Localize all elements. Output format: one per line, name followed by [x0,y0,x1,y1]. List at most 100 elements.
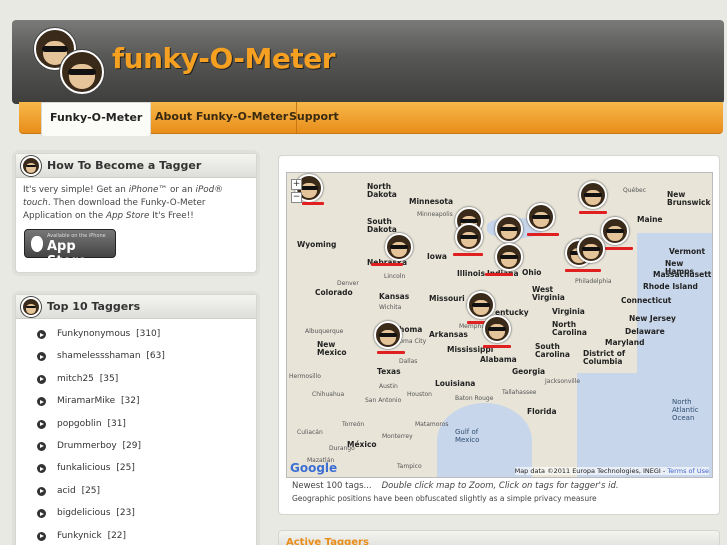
map-label: South Dakota [367,217,397,234]
map-label: Austin [379,383,398,390]
list-item[interactable]: bigdelicious [23] [22,507,252,529]
list-item[interactable]: acid [25] [22,485,252,507]
privacy-note: Geographic positions have been obfuscate… [292,494,597,503]
top-taggers-title: Top 10 Taggers [47,300,141,313]
zoom-control: + − [291,179,302,203]
tagger-pin[interactable] [527,203,555,231]
map-label: Lincoln [384,273,406,280]
pin-bar [527,233,559,236]
map-label: New Jersey [629,314,676,323]
tab-support[interactable]: Support [281,102,347,134]
tagger-name[interactable]: funkalicious [57,463,111,473]
tagger-name[interactable]: Funkynonymous [57,329,130,339]
map-label: Arkansas [429,330,468,339]
zoom-out-button[interactable]: − [291,192,302,203]
map-label: San Antonio [365,397,402,404]
pin-bar [579,211,607,214]
tag-count: [310] [136,329,161,339]
map-label: District of Columbia [583,349,626,366]
map-label: Québec [623,187,647,194]
map-label: Missouri [429,294,465,303]
map-label: Maine [637,215,663,224]
site-logo-text[interactable]: funky-O-Meter [112,42,336,75]
app-store-badge[interactable]: Available on the iPhone App Store [24,229,116,269]
badge-big-text: App Store [47,239,87,269]
list-item[interactable]: MiramarMike [32] [22,395,252,417]
terms-of-use-link[interactable]: Terms of Use [667,467,709,475]
tagger-pin[interactable] [455,223,483,251]
tagger-pin[interactable] [579,181,607,209]
tagger-name[interactable]: mitch25 [57,374,94,384]
tagger-pin[interactable] [495,215,523,243]
map-label: Durango [329,445,355,452]
tagger-instructions: It's very simple! Get an iPhone™ or an i… [16,178,256,229]
map-label: Denver [337,280,359,287]
list-item[interactable]: Drummerboy [29] [22,440,252,462]
tagger-name[interactable]: acid [57,486,76,496]
map-copyright: Map data ©2011 Europa Technologies, INEG… [514,467,709,475]
active-taggers-title: Active Taggers [286,537,369,545]
list-item[interactable]: mitch25 [35] [22,373,252,395]
map-label: South Carolina [535,342,570,359]
map-label: Chihuahua [312,391,345,398]
iphone-text: iPhone™ [128,185,168,195]
map-label: Maryland [605,338,645,347]
arrow-bullet-icon [37,419,46,429]
list-item[interactable]: popgoblin [31] [22,418,252,440]
pin-bar [377,351,405,354]
map-label: Albuquerque [305,328,344,335]
tag-count: [63] [146,351,165,362]
tagger-name[interactable]: popgoblin [57,419,102,429]
tagger-pin[interactable] [385,233,413,261]
tagger-name[interactable]: MiramarMike [57,396,115,406]
list-item[interactable]: shamelessshaman [63] [22,350,252,372]
arrow-bullet-icon [37,441,46,451]
google-logo[interactable]: Google [290,461,337,475]
tag-count: [32] [121,396,140,407]
logo-face-icon [60,50,104,94]
tagger-name[interactable]: Funkynick [57,531,102,541]
tagger-pin[interactable] [495,243,523,271]
map-label: Dallas [399,358,418,365]
list-item[interactable]: Funkynick [22] [22,530,252,545]
map-label: Matamoros [415,421,449,428]
arrow-bullet-icon [37,531,46,541]
list-item[interactable]: funkalicious [25] [22,462,252,484]
map-label: Gulf of Mexico [455,428,480,444]
tagger-pin[interactable] [374,321,402,349]
arrow-bullet-icon [37,330,46,339]
map-label: Virginia [552,307,585,316]
map-label: Colorado [315,288,353,297]
arrow-bullet-icon [37,374,46,384]
pin-bar [453,253,483,256]
map-label: Culiacán [297,429,323,436]
zoom-in-button[interactable]: + [291,179,302,190]
map-label: homa [399,325,423,334]
tagger-name[interactable]: Drummerboy [57,441,117,451]
arrow-bullet-icon [37,397,46,407]
list-item[interactable]: Funkynonymous [310] [22,328,252,350]
map-label: Jacksonville [545,378,581,385]
tag-map[interactable]: North Dakota Minnesota South Dakota Wyomin… [286,172,713,478]
map-label: Kansas [379,292,410,301]
tab-about[interactable]: About Funky-O-Meter [147,102,298,134]
map-caption: Newest 100 tags... Double click map to Zo… [292,481,619,491]
tag-count: [25] [116,463,135,474]
tag-count: [31] [107,418,126,429]
tagger-pin[interactable] [577,235,605,263]
map-label: Florida [527,407,557,416]
tagger-pin[interactable] [483,315,511,343]
tab-funky-o-meter[interactable]: Funky-O-Meter [41,102,152,136]
tag-count: [23] [116,508,135,519]
map-label: Wyoming [297,240,337,249]
tagger-name[interactable]: bigdelicious [57,508,111,518]
tagger-pin[interactable] [601,217,629,245]
tagger-panel-title: How To Become a Tagger [47,159,202,172]
apple-icon [31,236,43,252]
tagger-name[interactable]: shamelessshaman [57,351,141,361]
tag-count: [22] [107,530,127,541]
tagger-pin[interactable] [467,291,495,319]
face-icon [21,156,41,176]
map-panel: North Dakota Minnesota South Dakota Wyomin… [278,155,720,515]
pin-bar [371,263,403,266]
